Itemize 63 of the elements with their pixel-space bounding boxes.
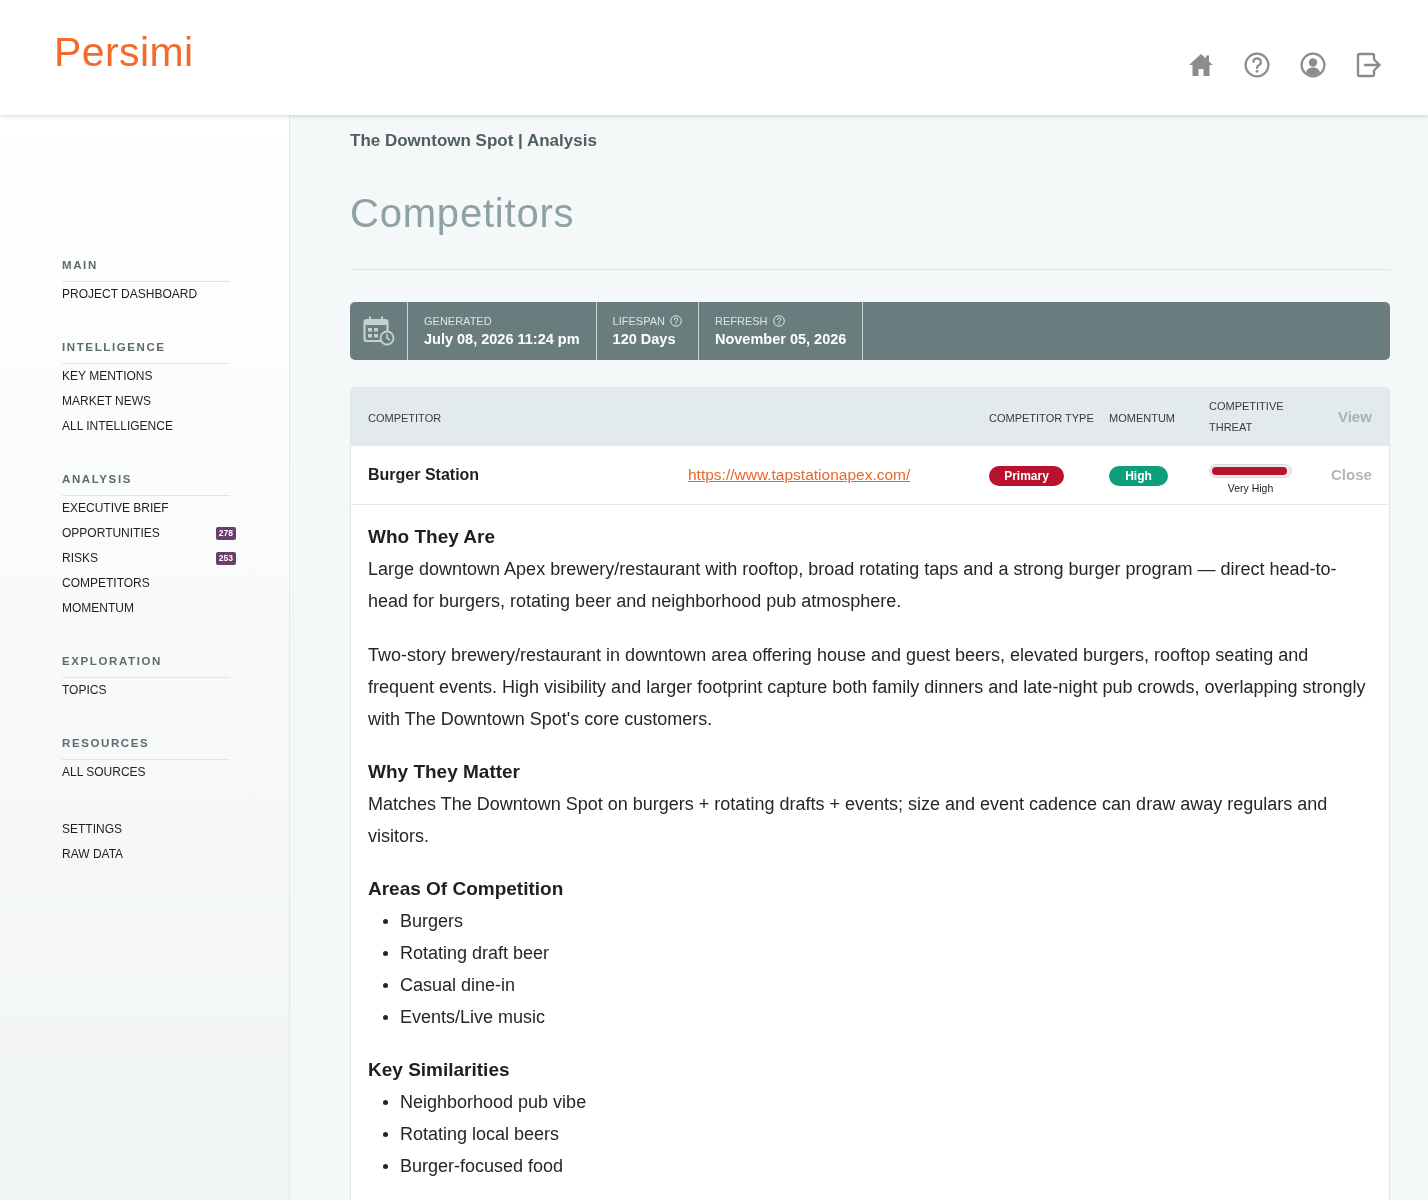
momentum-badge: High	[1109, 466, 1168, 486]
list-item: Rotating local beers	[400, 1123, 560, 1146]
count-badge: 253	[215, 552, 236, 565]
sidebar-link[interactable]: ALL SOURCES	[62, 760, 146, 785]
info-label: REFRESH	[714, 313, 768, 329]
sidebar-link[interactable]: MOMENTUM	[62, 596, 134, 621]
sidebar-section-heading: ANALYSIS	[62, 472, 132, 487]
help-icon[interactable]	[1244, 52, 1270, 78]
sidebar-link[interactable]: RAW DATA	[62, 842, 124, 867]
info-label: GENERATED	[424, 313, 492, 329]
paragraph: Matches The Downtown Spot on burgers + rotating drafts + events; size and event cadence can draw away regulars and visitors.	[368, 793, 1329, 848]
list-item: Rotating draft beer	[400, 942, 550, 965]
bullet-icon	[383, 918, 388, 924]
section-heading: Who They Are	[368, 525, 497, 549]
section-heading: Areas Of Competition	[368, 877, 565, 901]
count-badge: 278	[215, 527, 236, 540]
sidebar-link[interactable]: COMPETITORS	[62, 571, 150, 596]
sidebar-link[interactable]: TOPICS	[62, 678, 107, 703]
sidebar-link[interactable]: SETTINGS	[62, 817, 122, 842]
section-heading: Key Similarities	[368, 1058, 511, 1082]
info-value: July 08, 2026 11:24 pm	[424, 329, 580, 349]
logout-icon[interactable]	[1356, 52, 1382, 78]
competitor-name: Burger Station	[368, 466, 480, 483]
calendar-clock-icon	[362, 316, 395, 346]
sidebar-section-heading: MAIN	[62, 258, 98, 273]
bullet-icon	[383, 1099, 388, 1105]
bullet-icon	[383, 950, 388, 956]
threat-label: Very High	[1227, 481, 1274, 496]
sidebar-link[interactable]: EXECUTIVE BRIEF	[62, 496, 169, 521]
list-item: Burger-focused food	[400, 1155, 564, 1178]
sidebar-link[interactable]: RISKS	[62, 546, 98, 571]
bullet-icon	[383, 982, 388, 988]
sidebar-link[interactable]: KEY MENTIONS	[62, 364, 153, 389]
paragraph: Two-story brewery/restaurant in downtown area offering house and guest beers, elevated burgers, rooftop seating and frequent events. High visibility and larger footprint capture both family dinners and late-night pub crowds, overlapping strongly with The Downtown Spot's core customers.	[368, 644, 1367, 731]
breadcrumb: The Downtown Spot | Analysis	[350, 130, 598, 152]
sidebar-section-heading: INTELLIGENCE	[62, 340, 166, 355]
sidebar-link[interactable]: MARKET NEWS	[62, 389, 152, 414]
list-item: Events/Live music	[400, 1006, 546, 1029]
sidebar-link[interactable]: OPPORTUNITIES	[62, 521, 160, 546]
page-title: Competitors	[350, 190, 575, 237]
sidebar-link[interactable]: PROJECT DASHBOARD	[62, 282, 198, 307]
info-value: November 05, 2026	[714, 329, 847, 349]
info-value: 120 Days	[612, 329, 677, 349]
sidebar-section-heading: RESOURCES	[62, 736, 150, 751]
bullet-icon	[383, 1131, 388, 1137]
competitor-type-badge: Primary	[989, 466, 1064, 486]
column-header: View	[1337, 408, 1372, 425]
bullet-icon	[383, 1014, 388, 1020]
paragraph: Large downtown Apex brewery/restaurant with rooftop, broad rotating taps and a strong burger program — direct head-to-head for burgers, rotating beer and neighborhood pub atmosphere.	[368, 558, 1338, 613]
home-icon[interactable]	[1188, 53, 1214, 77]
column-header: COMPETITOR	[368, 412, 442, 424]
sidebar-link[interactable]: ALL INTELLIGENCE	[62, 414, 173, 439]
section-heading: Why They Matter	[368, 760, 522, 784]
user-icon[interactable]	[1300, 52, 1326, 78]
list-item: Burgers	[400, 910, 464, 933]
sidebar-section-heading: EXPLORATION	[62, 654, 162, 669]
list-item: Neighborhood pub vibe	[400, 1091, 587, 1114]
column-header: COMPETITIVE THREAT	[1209, 399, 1285, 435]
column-header: COMPETITOR TYPE	[989, 411, 1094, 426]
column-header: MOMENTUM	[1109, 411, 1175, 426]
info-label: LIFESPAN	[612, 313, 665, 329]
bullet-icon	[383, 1163, 388, 1169]
list-item: Casual dine-in	[400, 974, 516, 997]
